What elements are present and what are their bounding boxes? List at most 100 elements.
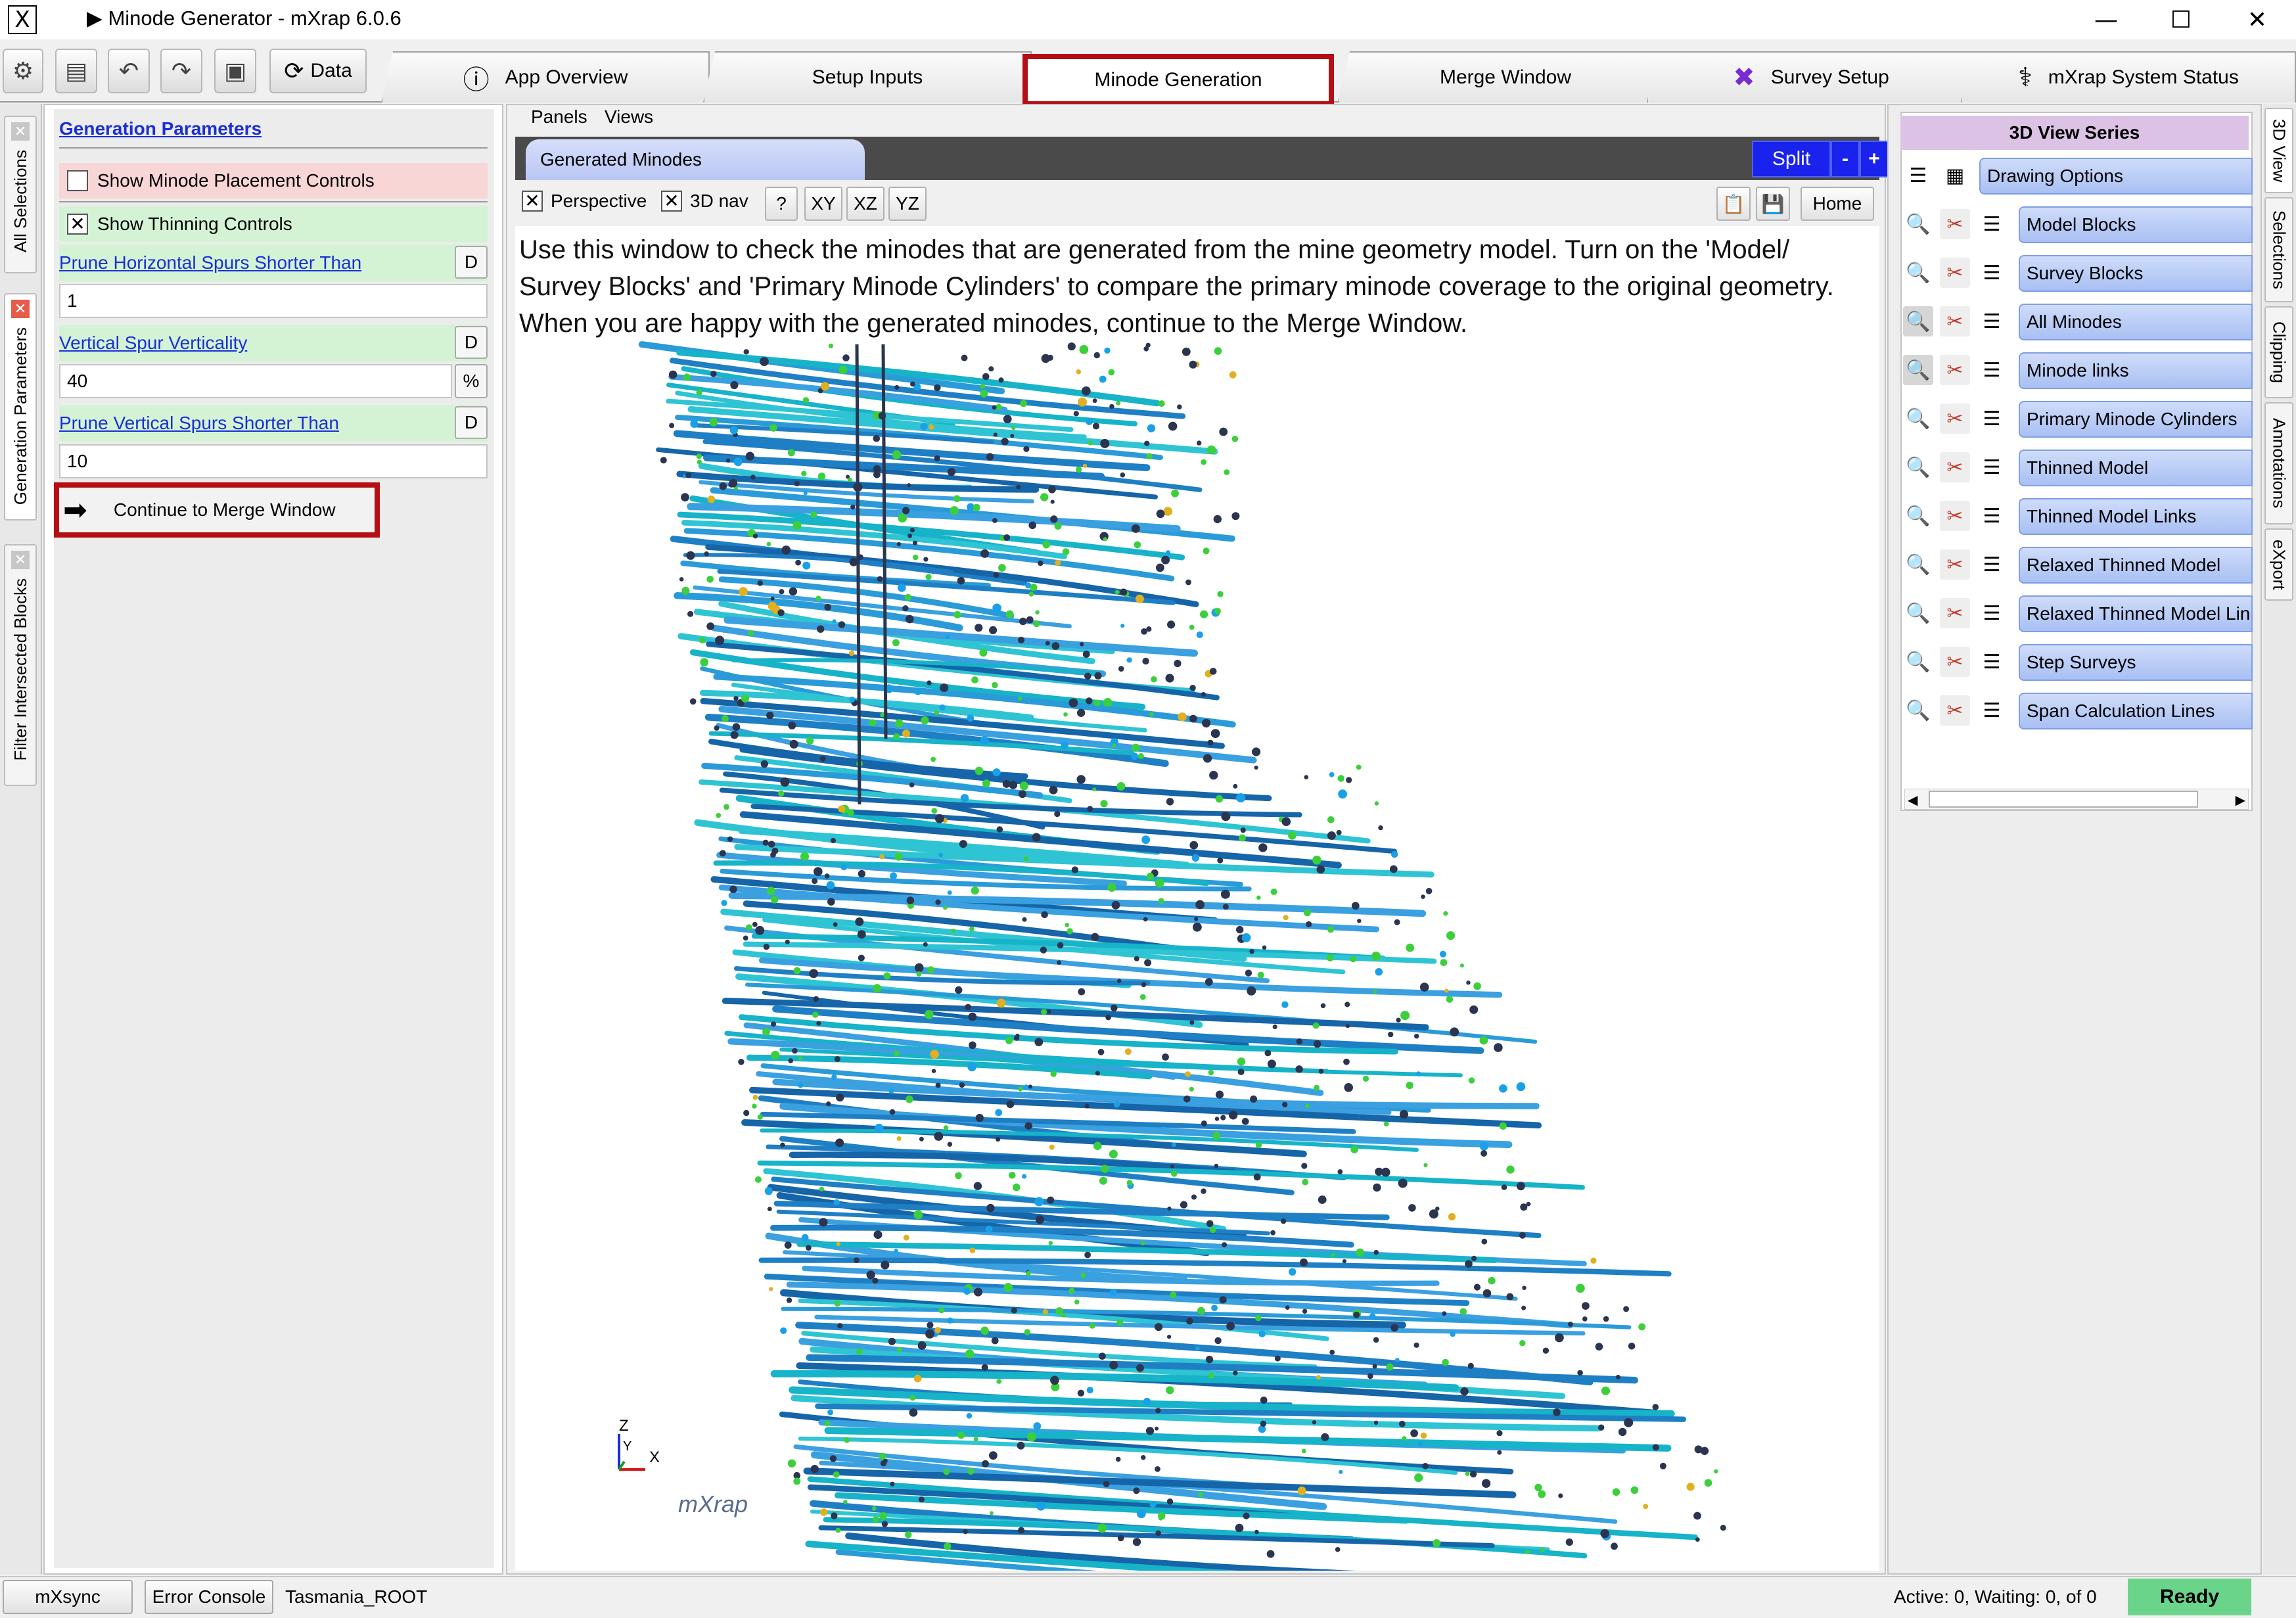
tab-filter-intersected-blocks[interactable]: ✕ Filter Intersected Blocks <box>4 544 37 786</box>
close-icon[interactable]: ✕ <box>11 551 30 569</box>
list-icon[interactable]: ☰ <box>1977 355 2007 385</box>
menu-panels[interactable]: Panels <box>531 106 587 127</box>
tab-app-overview[interactable]: ⓘ App Overview <box>381 51 710 103</box>
list-icon[interactable]: ☰ <box>1977 501 2007 531</box>
close-icon[interactable]: ✕ <box>11 122 30 141</box>
series-toggle-button[interactable]: Primary Minode Cylinders <box>2019 401 2253 438</box>
grid-icon[interactable]: ▦ <box>1940 160 1970 191</box>
zoom-icon[interactable]: 🔍 <box>1903 258 1933 288</box>
zoom-icon[interactable]: 🔍 <box>1903 501 1933 531</box>
clip-scissors-icon[interactable]: ✂ <box>1940 452 1970 482</box>
series-toggle-button[interactable]: Survey Blocks <box>2019 255 2253 292</box>
list-icon[interactable]: ☰ <box>1903 160 1933 191</box>
tab-system-status[interactable]: ⚕ mXrap System Status <box>1961 51 2296 103</box>
list-icon[interactable]: ☰ <box>1977 209 2007 239</box>
series-toggle-button[interactable]: Thinned Model Links <box>2019 498 2253 535</box>
tab-annotations[interactable]: Annotations <box>2264 402 2293 524</box>
continue-to-merge-button[interactable]: ➡ Continue to Merge Window <box>54 482 380 538</box>
series-toggle-button[interactable]: Model Blocks <box>2019 206 2253 243</box>
default-button[interactable]: D <box>455 326 488 359</box>
thinning-controls-checkbox[interactable]: ✕ <box>67 214 88 235</box>
scroll-left-icon[interactable]: ◀ <box>1908 792 1917 808</box>
clip-scissors-icon[interactable]: ✂ <box>1940 355 1970 385</box>
list-icon[interactable]: ☰ <box>1977 404 2007 434</box>
tab-selections[interactable]: Selections <box>2264 197 2293 302</box>
tab-export[interactable]: eXport <box>2264 528 2293 601</box>
series-toggle-button[interactable]: Relaxed Thinned Model Links <box>2019 595 2253 632</box>
verticality-input[interactable]: 40 <box>59 364 452 398</box>
xz-view-button[interactable]: XZ <box>846 187 884 221</box>
param-label-verticality[interactable]: Vertical Spur Verticality <box>59 333 247 354</box>
param-label-horizontal-spurs[interactable]: Prune Horizontal Spurs Shorter Than <box>59 252 361 273</box>
zoom-icon[interactable]: 🔍 <box>1903 647 1933 677</box>
data-refresh-button[interactable]: ⟳ Data <box>269 49 367 93</box>
zoom-icon[interactable]: 🔍 <box>1903 549 1933 580</box>
home-view-button[interactable]: Home <box>1801 187 1874 221</box>
menu-views[interactable]: Views <box>605 106 653 127</box>
clip-scissors-icon[interactable]: ✂ <box>1940 306 1970 336</box>
maximize-button[interactable]: ☐ <box>2145 1 2217 38</box>
tab-3d-view[interactable]: 3D View <box>2264 108 2293 193</box>
list-icon[interactable]: ☰ <box>1977 258 2007 288</box>
series-toggle-button[interactable]: All Minodes <box>2019 304 2253 340</box>
save-icon[interactable]: ▣ <box>214 49 256 93</box>
clipboard-icon[interactable]: 📋 <box>1716 187 1751 221</box>
series-toggle-button[interactable]: Step Surveys <box>2019 644 2253 681</box>
tab-merge-window[interactable]: Merge Window <box>1338 51 1673 103</box>
clip-scissors-icon[interactable]: ✂ <box>1940 501 1970 531</box>
3d-nav-toggle[interactable]: ✕ 3D nav <box>661 191 748 212</box>
split-button[interactable]: Split <box>1752 141 1831 177</box>
zoom-icon[interactable]: 🔍 <box>1903 355 1933 385</box>
clip-scissors-icon[interactable]: ✂ <box>1940 549 1970 580</box>
zoom-icon[interactable]: 🔍 <box>1903 598 1933 628</box>
undo-icon[interactable]: ↶ <box>108 49 150 93</box>
tab-generation-parameters[interactable]: ✕ Generation Parameters <box>4 293 37 520</box>
clip-scissors-icon[interactable]: ✂ <box>1940 695 1970 726</box>
series-toggle-button[interactable]: Minode links <box>2019 352 2253 389</box>
yz-view-button[interactable]: YZ <box>888 187 927 221</box>
drawing-options-button[interactable]: Drawing Options <box>1979 158 2253 195</box>
save-view-icon[interactable]: 💾 <box>1756 187 1790 221</box>
horizontal-scrollbar[interactable]: ◀ ▶ <box>1904 789 2249 810</box>
clip-scissors-icon[interactable]: ✂ <box>1940 209 1970 239</box>
redo-icon[interactable]: ↷ <box>160 49 202 93</box>
vertical-spurs-input[interactable]: 10 <box>59 444 488 478</box>
perspective-checkbox[interactable]: ✕ <box>522 191 543 212</box>
layout-icon[interactable]: ▤ <box>55 49 97 93</box>
clip-scissors-icon[interactable]: ✂ <box>1940 598 1970 628</box>
tab-setup-inputs[interactable]: Setup Inputs <box>703 51 1032 103</box>
close-button[interactable]: ✕ <box>2221 1 2293 38</box>
minus-button[interactable]: - <box>1831 141 1860 177</box>
zoom-icon[interactable]: 🔍 <box>1903 695 1933 726</box>
horizontal-spurs-input[interactable]: 1 <box>59 284 488 318</box>
plus-button[interactable]: + <box>1860 141 1889 177</box>
error-console-button[interactable]: Error Console <box>145 1580 273 1614</box>
close-icon[interactable]: ✕ <box>11 300 30 318</box>
list-icon[interactable]: ☰ <box>1977 598 2007 628</box>
scroll-right-icon[interactable]: ▶ <box>2236 792 2245 808</box>
zoom-icon[interactable]: 🔍 <box>1903 209 1933 239</box>
list-icon[interactable]: ☰ <box>1977 306 2007 336</box>
list-icon[interactable]: ☰ <box>1977 647 2007 677</box>
settings-gear-icon[interactable]: ⚙ <box>3 49 43 93</box>
tab-minode-generation[interactable]: Minode Generation <box>1022 54 1334 106</box>
placement-controls-checkbox[interactable] <box>67 170 88 191</box>
placement-controls-row[interactable]: Show Minode Placement Controls <box>59 163 488 198</box>
clip-scissors-icon[interactable]: ✂ <box>1940 258 1970 288</box>
mxsync-button[interactable]: mXsync <box>3 1580 133 1614</box>
zoom-icon[interactable]: 🔍 <box>1903 306 1933 336</box>
tab-all-selections[interactable]: ✕ All Selections <box>4 116 37 273</box>
thinning-controls-row[interactable]: ✕ Show Thinning Controls <box>59 206 488 242</box>
3d-viewport[interactable] <box>515 226 1879 1571</box>
tab-generated-minodes[interactable]: Generated Minodes <box>526 139 865 180</box>
xy-view-button[interactable]: XY <box>804 187 842 221</box>
series-toggle-button[interactable]: Span Calculation Lines <box>2019 693 2253 729</box>
list-icon[interactable]: ☰ <box>1977 549 2007 580</box>
default-button[interactable]: D <box>455 406 488 439</box>
series-toggle-button[interactable]: Relaxed Thinned Model <box>2019 547 2253 584</box>
zoom-icon[interactable]: 🔍 <box>1903 404 1933 434</box>
tab-clipping[interactable]: Clipping <box>2264 306 2293 398</box>
zoom-icon[interactable]: 🔍 <box>1903 452 1933 482</box>
clip-scissors-icon[interactable]: ✂ <box>1940 404 1970 434</box>
default-button[interactable]: D <box>455 246 488 279</box>
